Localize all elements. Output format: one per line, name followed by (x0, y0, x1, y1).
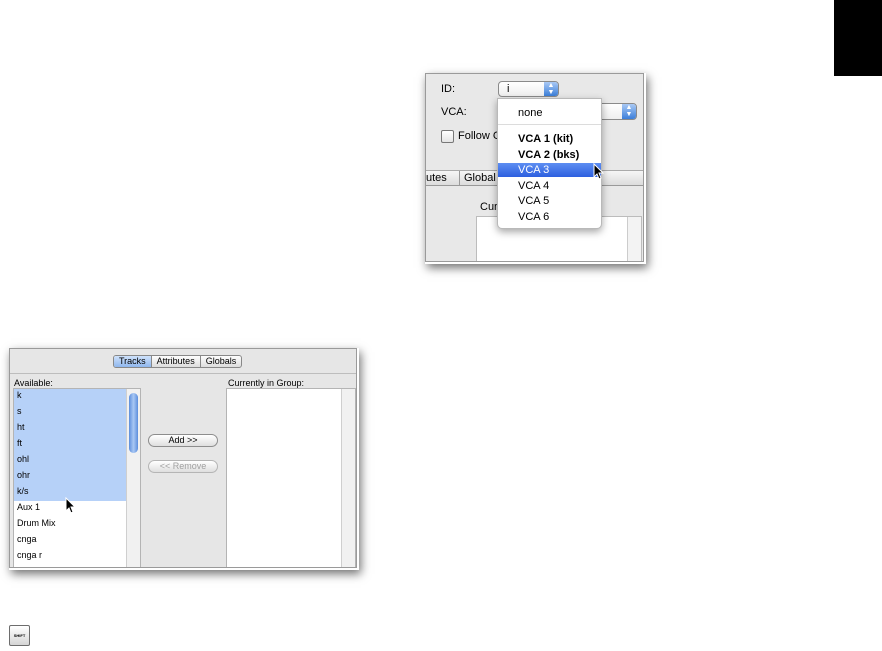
tab-segmented-control: Tracks Attributes Globals (113, 355, 243, 368)
list-item[interactable]: k (14, 389, 126, 405)
list-item[interactable]: ft (14, 437, 126, 453)
scrollbar[interactable] (341, 389, 355, 567)
menu-item-vca-5[interactable]: VCA 5 (498, 194, 601, 208)
menu-item-vca-1[interactable]: VCA 1 (kit) (498, 132, 601, 146)
list-item[interactable]: ht (14, 421, 126, 437)
follow-label: Follow G (458, 130, 502, 142)
menu-item-vca-6[interactable]: VCA 6 (498, 210, 601, 224)
tab-divider (459, 171, 460, 186)
tab-attributes[interactable]: utes (426, 172, 447, 184)
scrollbar-thumb[interactable] (129, 393, 138, 453)
tab-attributes[interactable]: Attributes (152, 356, 201, 367)
menu-item-vca-3[interactable]: VCA 3 (498, 163, 601, 177)
list-item[interactable]: ohl (14, 453, 126, 469)
tab-globals[interactable]: Global (464, 172, 496, 184)
currently-in-group-list[interactable] (226, 388, 356, 567)
scrollbar[interactable] (126, 389, 140, 567)
available-tracks-list[interactable]: k s ht ft ohl ohr k/s Aux 1 Drum Mix cng… (13, 388, 141, 567)
vca-label: VCA: (441, 106, 467, 118)
currently-in-group-label: Currently in Group: (228, 378, 305, 388)
divider (10, 373, 356, 374)
menu-item-none[interactable]: none (498, 106, 601, 120)
list-item[interactable]: s (14, 405, 126, 421)
scrollbar[interactable] (627, 217, 641, 261)
menu-item-vca-2[interactable]: VCA 2 (bks) (498, 148, 601, 162)
chevron-updown-icon: ▲ ▼ (622, 104, 636, 119)
id-value: i (507, 83, 510, 95)
tab-globals[interactable]: Globals (201, 356, 242, 367)
tab-tracks[interactable]: Tracks (114, 356, 152, 367)
id-label: ID: (441, 83, 456, 95)
list-item[interactable]: ohr (14, 469, 126, 485)
vca-dropdown-menu: none VCA 1 (kit) VCA 2 (bks) VCA 3 VCA 4… (497, 98, 602, 229)
follow-globals-checkbox[interactable] (441, 130, 454, 143)
remove-button[interactable]: << Remove (148, 460, 218, 473)
shift-key-icon: SHIFT (9, 625, 30, 646)
chevron-updown-icon: ▲ ▼ (544, 82, 558, 96)
list-item[interactable]: cnga (14, 533, 126, 549)
list-item[interactable]: Drum Mix (14, 517, 126, 533)
group-dialog-bottom: Tracks Attributes Globals Available: Cur… (9, 348, 357, 568)
add-button[interactable]: Add >> (148, 434, 218, 447)
available-label: Available: (14, 378, 53, 388)
menu-separator (498, 124, 601, 125)
chapter-tab (834, 0, 882, 76)
id-select[interactable]: i ▲ ▼ (498, 81, 559, 97)
list-item[interactable]: cnga r (14, 549, 126, 565)
menu-item-vca-4[interactable]: VCA 4 (498, 179, 601, 193)
